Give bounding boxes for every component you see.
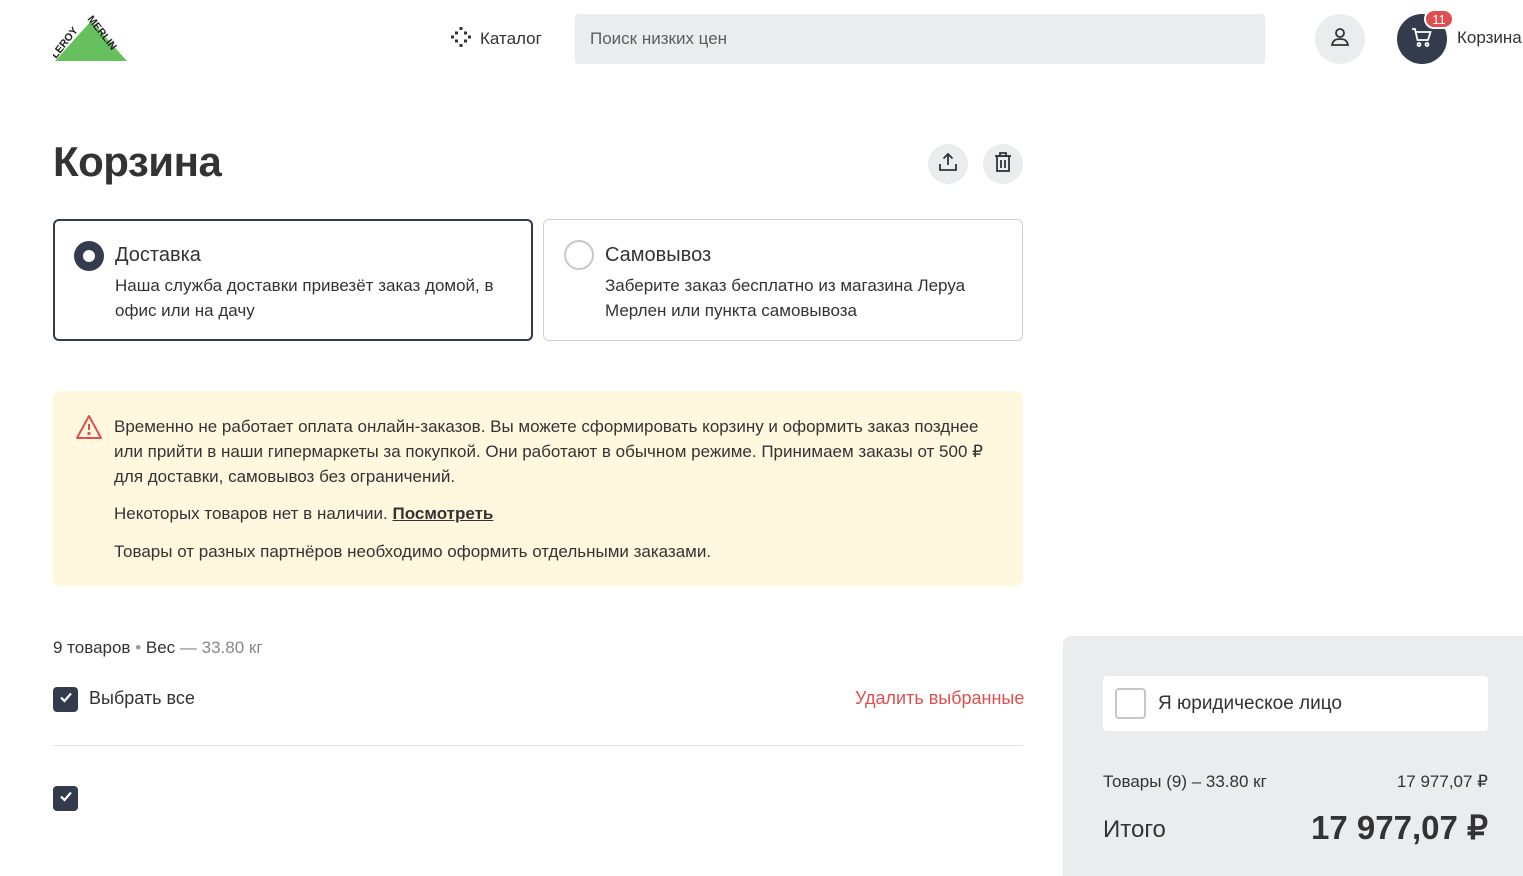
notice-message: Временно не работает оплата онлайн-заказ… [114,417,983,486]
view-unavailable-link[interactable]: Посмотреть [393,504,494,523]
catalog-grid-icon [450,26,472,53]
trash-icon [993,151,1013,178]
page-title: Корзина [53,138,222,185]
delivery-radio[interactable] [74,241,104,271]
goods-summary-value: 17 977,07 ₽ [1396,772,1488,791]
unavailable-notice: Некоторых товаров нет в наличии. Посмотр… [114,501,493,526]
catalog-label: Каталог [480,29,542,48]
checkmark-icon [58,689,74,710]
pickup-radio[interactable] [564,240,594,270]
total-value: 17 977,07 ₽ [1311,809,1488,846]
partners-notice: Товары от разных партнёров необходимо оф… [114,542,712,561]
legal-entity-label: Я юридическое лицо [1158,693,1342,714]
weight-value: — 33.80 кг [179,638,263,657]
cart-summary-line: 9 товаров • Вес — 33.80 кг [53,638,263,658]
items-count: 9 товаров [53,638,131,657]
leroy-merlin-logo[interactable]: LEROY MERLIN [49,13,129,63]
pickup-option[interactable]: Самовывоз Заберите заказ бесплатно из ма… [543,219,1023,341]
delivery-option-description: Наша служба доставки привезёт заказ домо… [115,276,494,320]
total-label: Итого [1103,816,1166,843]
user-icon [1328,25,1352,54]
goods-summary-label: Товары (9) – 33.80 кг [1103,772,1267,791]
weight-label: Вес [145,638,176,657]
share-icon [937,151,959,178]
notice-banner: Временно не работает оплата онлайн-заказ… [53,391,1023,586]
legal-entity-toggle[interactable]: Я юридическое лицо [1103,676,1488,731]
clear-cart-button[interactable] [983,144,1023,184]
delivery-option[interactable]: Доставка Наша служба доставки привезёт з… [53,219,533,341]
select-all-checkbox[interactable] [53,687,78,712]
delete-selected-button[interactable]: Удалить выбранные [855,688,1024,709]
order-summary-panel: Я юридическое лицо Товары (9) – 33.80 кг… [1063,636,1523,876]
select-all-label[interactable]: Выбрать все [89,688,195,709]
checkmark-icon [58,788,74,809]
cart-label[interactable]: Корзина [1457,28,1522,48]
warning-icon [75,414,103,445]
legal-entity-checkbox[interactable] [1115,688,1146,719]
cart-count-badge: 11 [1424,9,1454,29]
cart-icon [1410,25,1434,54]
divider [53,745,1023,746]
separator-dot: • [135,638,142,657]
search-input[interactable] [575,14,1265,64]
pickup-option-description: Заберите заказ бесплатно из магазина Лер… [605,276,966,320]
catalog-button[interactable]: Каталог [450,24,542,54]
item-checkbox[interactable] [53,786,78,811]
profile-button[interactable] [1315,14,1365,64]
delivery-option-title: Доставка [115,244,201,266]
pickup-option-title: Самовывоз [605,244,712,266]
share-button[interactable] [928,144,968,184]
unavailable-text: Некоторых товаров нет в наличии. [114,504,388,523]
